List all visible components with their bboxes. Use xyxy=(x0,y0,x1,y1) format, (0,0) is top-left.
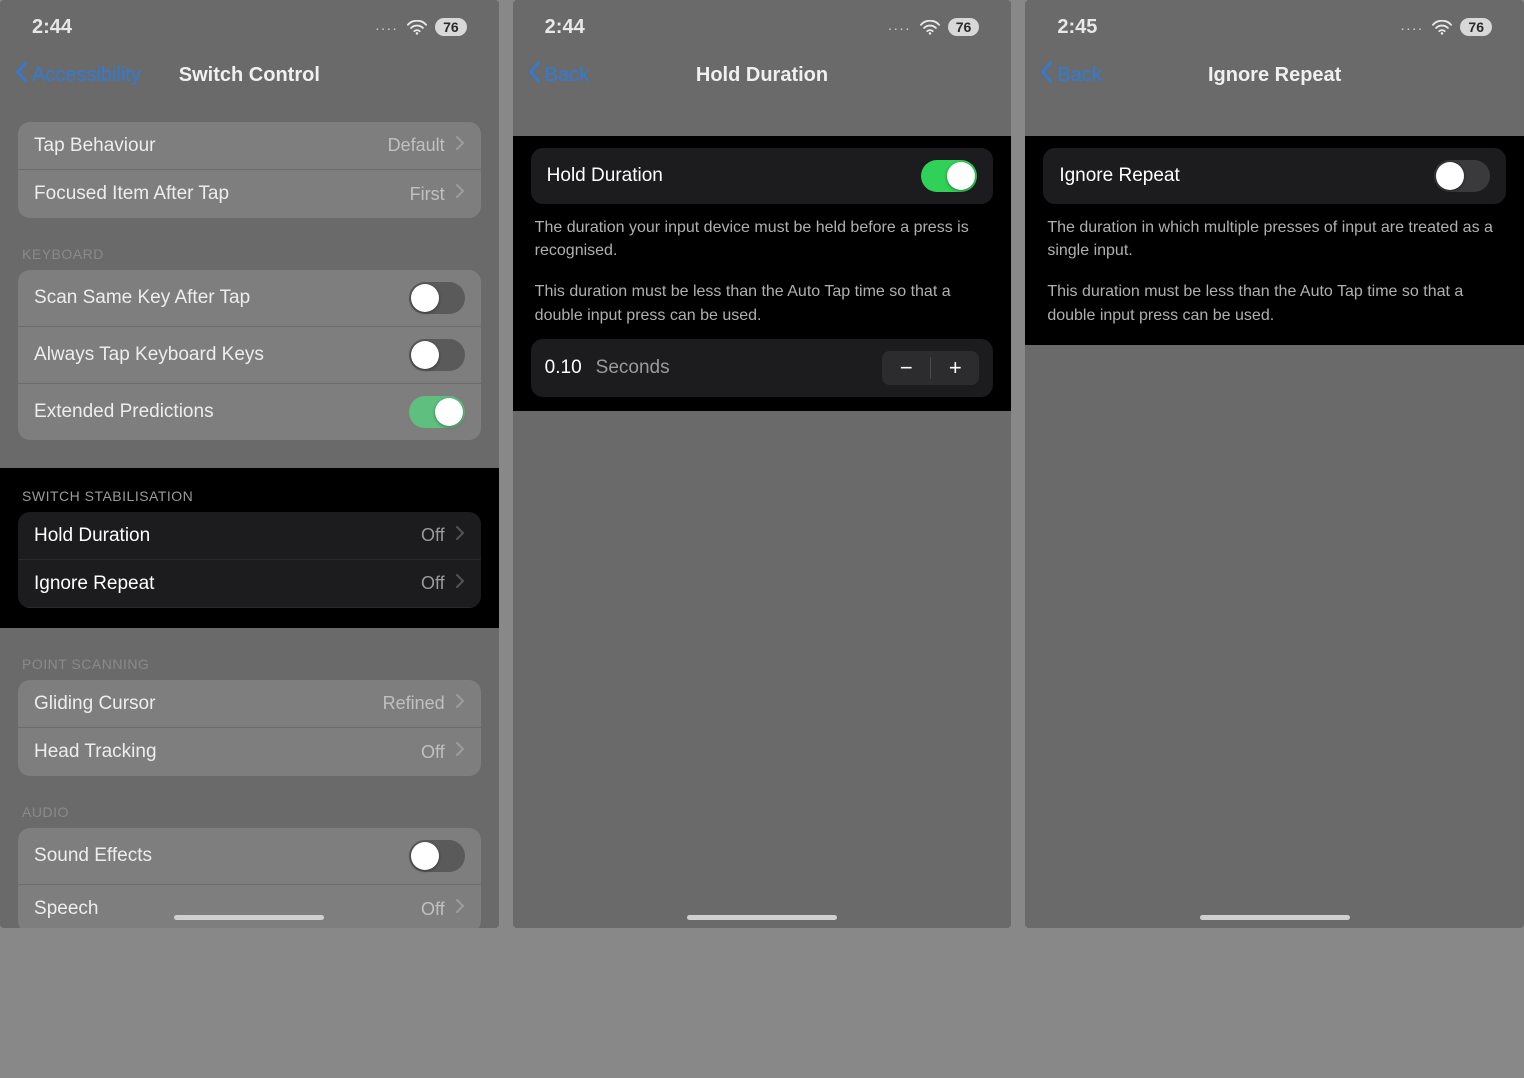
chevron-right-icon xyxy=(455,741,465,763)
nav-bar: Back Ignore Repeat xyxy=(1025,50,1524,100)
toggle-always-tap-keyboard[interactable] xyxy=(409,339,465,371)
row-extended-predictions[interactable]: Extended Predictions xyxy=(18,384,481,440)
back-button[interactable]: Back xyxy=(1039,61,1101,89)
chevron-right-icon xyxy=(455,573,465,595)
home-indicator[interactable] xyxy=(687,915,837,920)
phone-hold-duration: 2:44 .... 76 Back Hold Duration Hold Dur… xyxy=(513,0,1012,928)
cell-label: Ignore Repeat xyxy=(34,573,421,595)
row-tap-behaviour[interactable]: Tap Behaviour Default xyxy=(18,122,481,170)
chevron-right-icon xyxy=(455,525,465,547)
cell-value: First xyxy=(410,184,445,205)
row-speech[interactable]: Speech Off xyxy=(18,885,481,928)
phone-ignore-repeat: 2:45 .... 76 Back Ignore Repeat Ignore R… xyxy=(1025,0,1524,928)
row-always-tap-keyboard-keys[interactable]: Always Tap Keyboard Keys xyxy=(18,327,481,384)
stepper-control: − + xyxy=(882,351,979,385)
cell-label: Tap Behaviour xyxy=(34,135,388,157)
stepper-value: 0.10 xyxy=(545,357,582,379)
row-gliding-cursor[interactable]: Gliding Cursor Refined xyxy=(18,680,481,728)
row-focused-item-after-tap[interactable]: Focused Item After Tap First xyxy=(18,170,481,218)
row-hold-duration[interactable]: Hold Duration Off xyxy=(18,512,481,560)
cell-label: Focused Item After Tap xyxy=(34,183,410,205)
cell-label: Gliding Cursor xyxy=(34,693,383,715)
status-time: 2:45 xyxy=(1057,16,1097,39)
group-header-keyboard: KEYBOARD xyxy=(22,246,477,262)
toggle-extended-predictions[interactable] xyxy=(409,396,465,428)
wifi-icon xyxy=(920,20,940,35)
back-label: Back xyxy=(1057,64,1101,87)
row-sound-effects[interactable]: Sound Effects xyxy=(18,828,481,885)
toggle-hold-duration[interactable] xyxy=(921,160,977,192)
battery-indicator: 76 xyxy=(948,18,980,36)
stepper-unit: Seconds xyxy=(596,357,883,379)
row-head-tracking[interactable]: Head Tracking Off xyxy=(18,728,481,776)
cell-label: Head Tracking xyxy=(34,741,421,763)
cell-label: Hold Duration xyxy=(34,525,421,547)
battery-indicator: 76 xyxy=(1460,18,1492,36)
toggle-scan-same-key[interactable] xyxy=(409,282,465,314)
chevron-right-icon xyxy=(455,693,465,715)
footer-text-1: The duration your input device must be h… xyxy=(513,204,1012,262)
chevron-right-icon xyxy=(455,183,465,205)
footer-text-2: This duration must be less than the Auto… xyxy=(1025,262,1524,330)
row-stepper-seconds: 0.10 Seconds − + xyxy=(531,339,994,397)
nav-bar: Back Hold Duration xyxy=(513,50,1012,100)
chevron-left-icon xyxy=(14,61,28,89)
toggle-sound-effects[interactable] xyxy=(409,840,465,872)
group-header-audio: AUDIO xyxy=(22,804,477,820)
row-ignore-repeat-toggle[interactable]: Ignore Repeat xyxy=(1043,148,1506,204)
cell-label: Ignore Repeat xyxy=(1059,165,1434,187)
cell-value: Off xyxy=(421,525,445,546)
status-bar: 2:44 .... 76 xyxy=(0,0,499,50)
phone-switch-control: 2:44 .... 76 Accessibility Switch Contro… xyxy=(0,0,499,928)
back-button[interactable]: Back xyxy=(527,61,589,89)
status-time: 2:44 xyxy=(32,16,72,39)
cell-value: Off xyxy=(421,899,445,920)
nav-bar: Accessibility Switch Control xyxy=(0,50,499,100)
back-label: Back xyxy=(545,64,589,87)
row-scan-same-key-after-tap[interactable]: Scan Same Key After Tap xyxy=(18,270,481,327)
chevron-left-icon xyxy=(527,61,541,89)
wifi-icon xyxy=(1432,20,1452,35)
stepper-decrement-button[interactable]: − xyxy=(882,351,930,385)
cell-label: Sound Effects xyxy=(34,845,409,867)
cellular-dots-icon: .... xyxy=(1401,22,1424,33)
wifi-icon xyxy=(407,20,427,35)
footer-text-1: The duration in which multiple presses o… xyxy=(1025,204,1524,262)
chevron-right-icon xyxy=(455,135,465,157)
chevron-left-icon xyxy=(1039,61,1053,89)
cell-label: Extended Predictions xyxy=(34,401,409,423)
back-label: Accessibility xyxy=(32,64,141,87)
cell-label: Scan Same Key After Tap xyxy=(34,287,409,309)
scroll-content[interactable]: Tap Behaviour Default Focused Item After… xyxy=(0,100,499,928)
row-hold-duration-toggle[interactable]: Hold Duration xyxy=(531,148,994,204)
status-time: 2:44 xyxy=(545,16,585,39)
group-header-point-scanning: POINT SCANNING xyxy=(22,656,477,672)
cellular-dots-icon: .... xyxy=(889,22,912,33)
status-bar: 2:44 .... 76 xyxy=(513,0,1012,50)
cell-value: Default xyxy=(388,135,445,156)
back-button[interactable]: Accessibility xyxy=(14,61,141,89)
chevron-right-icon xyxy=(455,898,465,920)
battery-indicator: 76 xyxy=(435,18,467,36)
home-indicator[interactable] xyxy=(1200,915,1350,920)
toggle-ignore-repeat[interactable] xyxy=(1434,160,1490,192)
stepper-increment-button[interactable]: + xyxy=(931,351,979,385)
group-header-switch-stabilisation: SWITCH STABILISATION xyxy=(22,488,477,504)
cell-value: Off xyxy=(421,573,445,594)
cell-value: Off xyxy=(421,742,445,763)
home-indicator[interactable] xyxy=(174,915,324,920)
footer-text-2: This duration must be less than the Auto… xyxy=(513,262,1012,326)
status-bar: 2:45 .... 76 xyxy=(1025,0,1524,50)
cell-value: Refined xyxy=(383,693,445,714)
cellular-dots-icon: .... xyxy=(376,22,399,33)
cell-label: Always Tap Keyboard Keys xyxy=(34,344,409,366)
cell-label: Hold Duration xyxy=(547,165,922,187)
row-ignore-repeat[interactable]: Ignore Repeat Off xyxy=(18,560,481,608)
